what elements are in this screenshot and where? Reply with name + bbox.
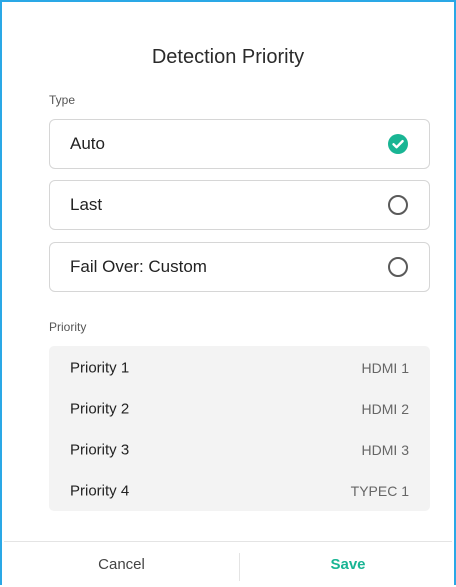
type-option-label: Auto: [70, 134, 105, 153]
priority-name: Priority 4: [70, 482, 130, 499]
priority-source: TYPEC 1: [350, 482, 409, 499]
priority-source: HDMI 2: [361, 400, 409, 417]
type-option-fail-over-custom[interactable]: Fail Over: Custom: [49, 242, 430, 292]
type-option-auto[interactable]: Auto: [49, 119, 430, 169]
type-option-last[interactable]: Last: [49, 180, 430, 230]
priority-list: Priority 1 HDMI 1 Priority 2 HDMI 2 Prio…: [49, 346, 430, 511]
detection-priority-dialog: Detection Priority Type Auto Last Fail O…: [0, 0, 456, 585]
type-option-label: Fail Over: Custom: [70, 257, 207, 276]
cancel-button[interactable]: Cancel: [4, 542, 239, 587]
priority-name: Priority 3: [70, 441, 130, 458]
priority-row[interactable]: Priority 1 HDMI 1: [49, 347, 430, 388]
priority-row[interactable]: Priority 2 HDMI 2: [49, 388, 430, 429]
type-option-label: Last: [70, 195, 103, 214]
radio-empty-icon[interactable]: [388, 195, 408, 215]
priority-section-label: Priority: [49, 320, 87, 334]
priority-row[interactable]: Priority 3 HDMI 3: [49, 429, 430, 470]
dialog-title: Detection Priority: [151, 46, 305, 68]
priority-name: Priority 1: [70, 359, 130, 376]
save-button[interactable]: Save: [240, 542, 456, 587]
priority-row[interactable]: Priority 4 TYPEC 1: [49, 470, 430, 511]
priority-name: Priority 2: [70, 400, 130, 417]
radio-empty-icon[interactable]: [388, 257, 408, 277]
priority-source: HDMI 3: [361, 441, 409, 458]
priority-source: HDMI 1: [361, 359, 409, 376]
check-circle-icon[interactable]: [388, 134, 408, 154]
type-section-label: Type: [49, 93, 76, 107]
